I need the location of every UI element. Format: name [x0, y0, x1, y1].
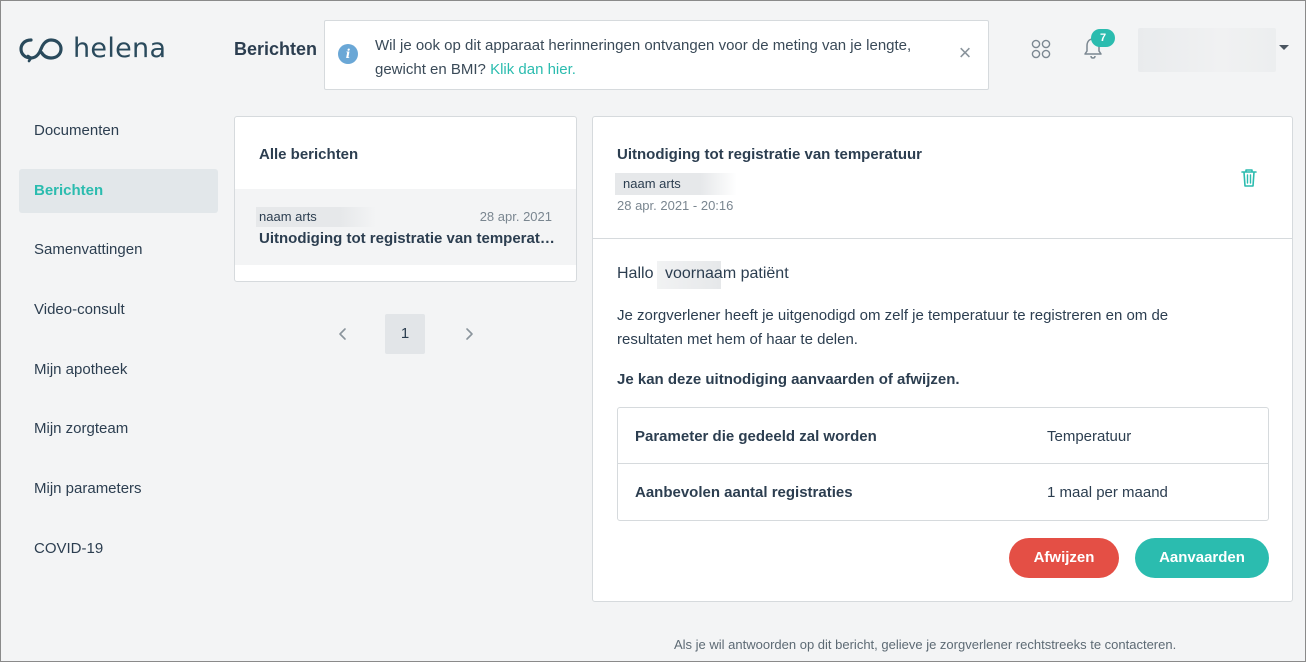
list-item-date: 28 apr. 2021 — [479, 209, 552, 224]
param-value: 1 maal per maand — [1047, 484, 1168, 501]
message-sender: naam arts — [623, 176, 681, 191]
parameter-table: Parameter die gedeeld zal worden Tempera… — [617, 407, 1269, 521]
message-list: Alle berichten naam arts 28 apr. 2021 Ui… — [234, 116, 577, 282]
banner-text: Wil je ook op dit apparaat herinneringen… — [375, 34, 935, 82]
sidebar-item-documenten[interactable]: Documenten — [19, 109, 218, 153]
message-header: Uitnodiging tot registratie van temperat… — [593, 117, 1292, 239]
sidebar-item-mijn-zorgteam[interactable]: Mijn zorgteam — [19, 407, 218, 451]
banner-message: Wil je ook op dit apparaat herinneringen… — [375, 37, 912, 78]
page-title: Berichten — [234, 39, 318, 59]
banner-link[interactable]: Klik dan hier. — [490, 61, 576, 78]
table-row: Aanbevolen aantal registraties 1 maal pe… — [618, 464, 1268, 520]
sidebar-item-mijn-apotheek[interactable]: Mijn apotheek — [19, 348, 218, 392]
message-body: Je zorgverlener heeft je uitgenodigd om … — [617, 307, 1169, 348]
list-item[interactable]: naam arts 28 apr. 2021 Uitnodiging tot r… — [235, 189, 576, 265]
accept-button[interactable]: Aanvaarden — [1135, 538, 1269, 578]
apps-grid-icon[interactable] — [1031, 39, 1051, 59]
message-list-title: Alle berichten — [259, 146, 359, 163]
trash-icon[interactable] — [1239, 167, 1259, 189]
greeting: Hallo — [617, 265, 654, 282]
message-detail: Uitnodiging tot registratie van temperat… — [592, 116, 1293, 602]
message-instruction: Je kan deze uitnodiging aanvaarden of af… — [617, 371, 960, 388]
sidebar: Documenten Berichten Samenvattingen Vide… — [19, 109, 218, 587]
sidebar-item-video-consult[interactable]: Video-consult — [19, 288, 218, 332]
logo-text: helena — [73, 33, 167, 64]
sidebar-item-berichten[interactable]: Berichten — [19, 168, 218, 213]
notification-badge: 7 — [1091, 29, 1115, 47]
page-button-current[interactable]: 1 — [385, 314, 425, 354]
list-item-subject: Uitnodiging tot registratie van temperat… — [259, 230, 555, 247]
patient-name: voornaam patiënt — [665, 265, 789, 282]
list-item-sender: naam arts — [259, 209, 317, 224]
user-menu[interactable] — [1138, 28, 1276, 72]
chevron-right-icon[interactable] — [459, 324, 479, 344]
message-datetime: 28 apr. 2021 - 20:16 — [617, 198, 734, 213]
chevron-left-icon[interactable] — [333, 324, 353, 344]
chevron-down-icon[interactable] — [1279, 45, 1289, 50]
param-value: Temperatuur — [1047, 428, 1132, 445]
helena-logo[interactable]: helena — [19, 33, 166, 64]
message-title: Uitnodiging tot registratie van temperat… — [617, 146, 923, 163]
sidebar-item-samenvattingen[interactable]: Samenvattingen — [19, 228, 218, 272]
close-icon[interactable]: × — [955, 42, 975, 64]
table-row: Parameter die gedeeld zal worden Tempera… — [618, 408, 1268, 464]
infinity-logo-icon — [19, 37, 63, 62]
sidebar-item-mijn-parameters[interactable]: Mijn parameters — [19, 467, 218, 511]
reject-button[interactable]: Afwijzen — [1009, 538, 1119, 578]
sidebar-item-covid-19[interactable]: COVID-19 — [19, 527, 218, 571]
footer-note: Als je wil antwoorden op dit bericht, ge… — [674, 637, 1177, 652]
info-icon: i — [338, 44, 358, 64]
reminder-banner: i Wil je ook op dit apparaat herinnering… — [324, 20, 989, 90]
param-label: Aanbevolen aantal registraties — [635, 484, 853, 501]
param-label: Parameter die gedeeld zal worden — [635, 428, 877, 445]
